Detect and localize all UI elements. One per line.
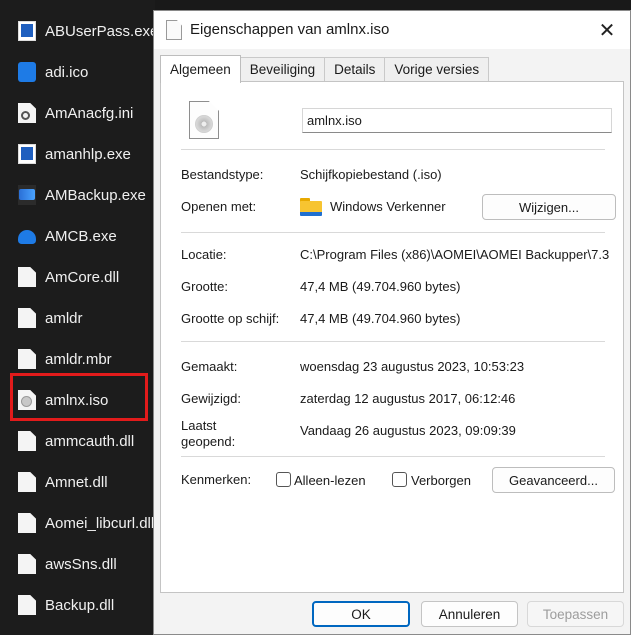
list-item[interactable]: Backup.dll bbox=[10, 588, 155, 622]
close-icon: ✕ bbox=[598, 19, 616, 42]
divider bbox=[181, 341, 605, 342]
file-name: adi.ico bbox=[45, 63, 89, 81]
ini-settings-icon bbox=[18, 103, 36, 123]
dialog-title: Eigenschappen van amlnx.iso bbox=[190, 21, 390, 38]
location-label: Locatie: bbox=[181, 247, 227, 262]
dll-icon bbox=[18, 595, 36, 615]
file-name: ammcauth.dll bbox=[45, 432, 135, 450]
list-item[interactable]: AmCore.dll bbox=[10, 260, 155, 294]
dll-icon bbox=[18, 472, 36, 492]
file-name: ABUserPass.exe bbox=[45, 22, 159, 40]
size-value: 47,4 MB (49.704.960 bytes) bbox=[300, 279, 461, 294]
list-item[interactable]: Amnet.dll bbox=[10, 465, 155, 499]
close-button[interactable]: ✕ bbox=[584, 11, 630, 49]
readonly-label: Alleen-lezen bbox=[294, 473, 366, 488]
aomei-backup-icon bbox=[18, 185, 36, 205]
list-item[interactable]: amldr.mbr bbox=[10, 342, 155, 376]
type-label: Bestandstype: bbox=[181, 167, 264, 182]
accessed-label-line2: geopend: bbox=[181, 434, 236, 449]
exe-icon bbox=[18, 144, 36, 164]
modified-value: zaterdag 12 augustus 2017, 06:12:46 bbox=[300, 391, 516, 406]
list-item[interactable]: ABUserPass.exe bbox=[10, 14, 159, 48]
properties-dialog: Eigenschappen van amlnx.iso ✕ Algemeen B… bbox=[153, 10, 631, 635]
opens-with-label: Openen met: bbox=[181, 199, 257, 214]
hidden-checkbox[interactable] bbox=[392, 472, 407, 487]
dll-icon bbox=[18, 513, 36, 533]
file-name: AMCB.exe bbox=[45, 227, 117, 245]
file-name: Backup.dll bbox=[45, 596, 115, 614]
size-label: Grootte: bbox=[181, 279, 228, 294]
advanced-button[interactable]: Geavanceerd... bbox=[492, 467, 615, 493]
dll-icon bbox=[18, 431, 36, 451]
list-item[interactable]: awsSns.dll bbox=[10, 547, 155, 581]
cloud-upload-icon bbox=[18, 230, 36, 244]
filename-input[interactable] bbox=[302, 108, 612, 133]
list-item[interactable]: Aomei_libcurl.dll bbox=[10, 506, 155, 540]
list-item[interactable]: adi.ico bbox=[10, 55, 155, 89]
selection-highlight bbox=[10, 373, 148, 421]
hidden-label: Verborgen bbox=[411, 473, 471, 488]
attributes-label: Kenmerken: bbox=[181, 472, 252, 487]
title-bar: Eigenschappen van amlnx.iso ✕ bbox=[154, 11, 630, 49]
explorer-file-list: ABUserPass.exe adi.ico AmAnacfg.ini aman… bbox=[0, 0, 159, 635]
file-name: AmCore.dll bbox=[45, 268, 120, 286]
readonly-checkbox[interactable] bbox=[276, 472, 291, 487]
list-item[interactable]: AmAnacfg.ini bbox=[10, 96, 155, 130]
created-value: woensdag 23 augustus 2023, 10:53:23 bbox=[300, 359, 525, 374]
size-on-disk-label: Grootte op schijf: bbox=[181, 311, 280, 326]
file-name: awsSns.dll bbox=[45, 555, 117, 573]
divider bbox=[181, 456, 605, 457]
file-name: Amnet.dll bbox=[45, 473, 108, 491]
tab-beveiliging[interactable]: Beveiliging bbox=[239, 57, 326, 82]
accessed-label-line1: Laatst bbox=[181, 418, 217, 433]
change-button[interactable]: Wijzigen... bbox=[482, 194, 616, 220]
type-value: Schijfkopiebestand (.iso) bbox=[300, 167, 442, 182]
exe-icon bbox=[18, 21, 36, 41]
created-label: Gemaakt: bbox=[181, 359, 238, 374]
tab-vorige-versies[interactable]: Vorige versies bbox=[384, 57, 490, 82]
tab-bar: Algemeen Beveiliging Details Vorige vers… bbox=[160, 55, 490, 83]
file-name: AmAnacfg.ini bbox=[45, 104, 134, 122]
ok-button[interactable]: OK bbox=[312, 601, 410, 627]
size-on-disk-value: 47,4 MB (49.704.960 bytes) bbox=[300, 311, 461, 326]
list-item[interactable]: AMCB.exe bbox=[10, 219, 155, 253]
file-name: amanhlp.exe bbox=[45, 145, 131, 163]
file-name: Aomei_libcurl.dll bbox=[45, 514, 155, 532]
accessed-value: Vandaag 26 augustus 2023, 09:09:39 bbox=[300, 423, 516, 438]
ico-icon bbox=[18, 62, 36, 82]
file-icon bbox=[166, 20, 182, 40]
divider bbox=[181, 232, 605, 233]
divider bbox=[181, 149, 605, 150]
location-value: C:\Program Files (x86)\AOMEI\AOMEI Backu… bbox=[300, 247, 610, 262]
dll-icon bbox=[18, 267, 36, 287]
opens-with-value: Windows Verkenner bbox=[330, 199, 446, 214]
tab-details[interactable]: Details bbox=[324, 57, 386, 82]
file-name: AMBackup.exe bbox=[45, 186, 146, 204]
list-item[interactable]: AMBackup.exe bbox=[10, 178, 155, 212]
folder-icon bbox=[300, 198, 322, 216]
apply-button[interactable]: Toepassen bbox=[527, 601, 624, 627]
modified-label: Gewijzigd: bbox=[181, 391, 241, 406]
dll-icon bbox=[18, 554, 36, 574]
file-name: amldr bbox=[45, 309, 83, 327]
general-tab-panel: Bestandstype: Schijfkopiebestand (.iso) … bbox=[160, 81, 624, 593]
list-item[interactable]: ammcauth.dll bbox=[10, 424, 155, 458]
cancel-button[interactable]: Annuleren bbox=[421, 601, 518, 627]
disc-image-icon bbox=[189, 101, 219, 139]
file-name: amldr.mbr bbox=[45, 350, 112, 368]
list-item[interactable]: amldr bbox=[10, 301, 155, 335]
file-icon bbox=[18, 308, 36, 328]
list-item[interactable]: amanhlp.exe bbox=[10, 137, 155, 171]
tab-algemeen[interactable]: Algemeen bbox=[160, 55, 241, 83]
file-icon bbox=[18, 349, 36, 369]
